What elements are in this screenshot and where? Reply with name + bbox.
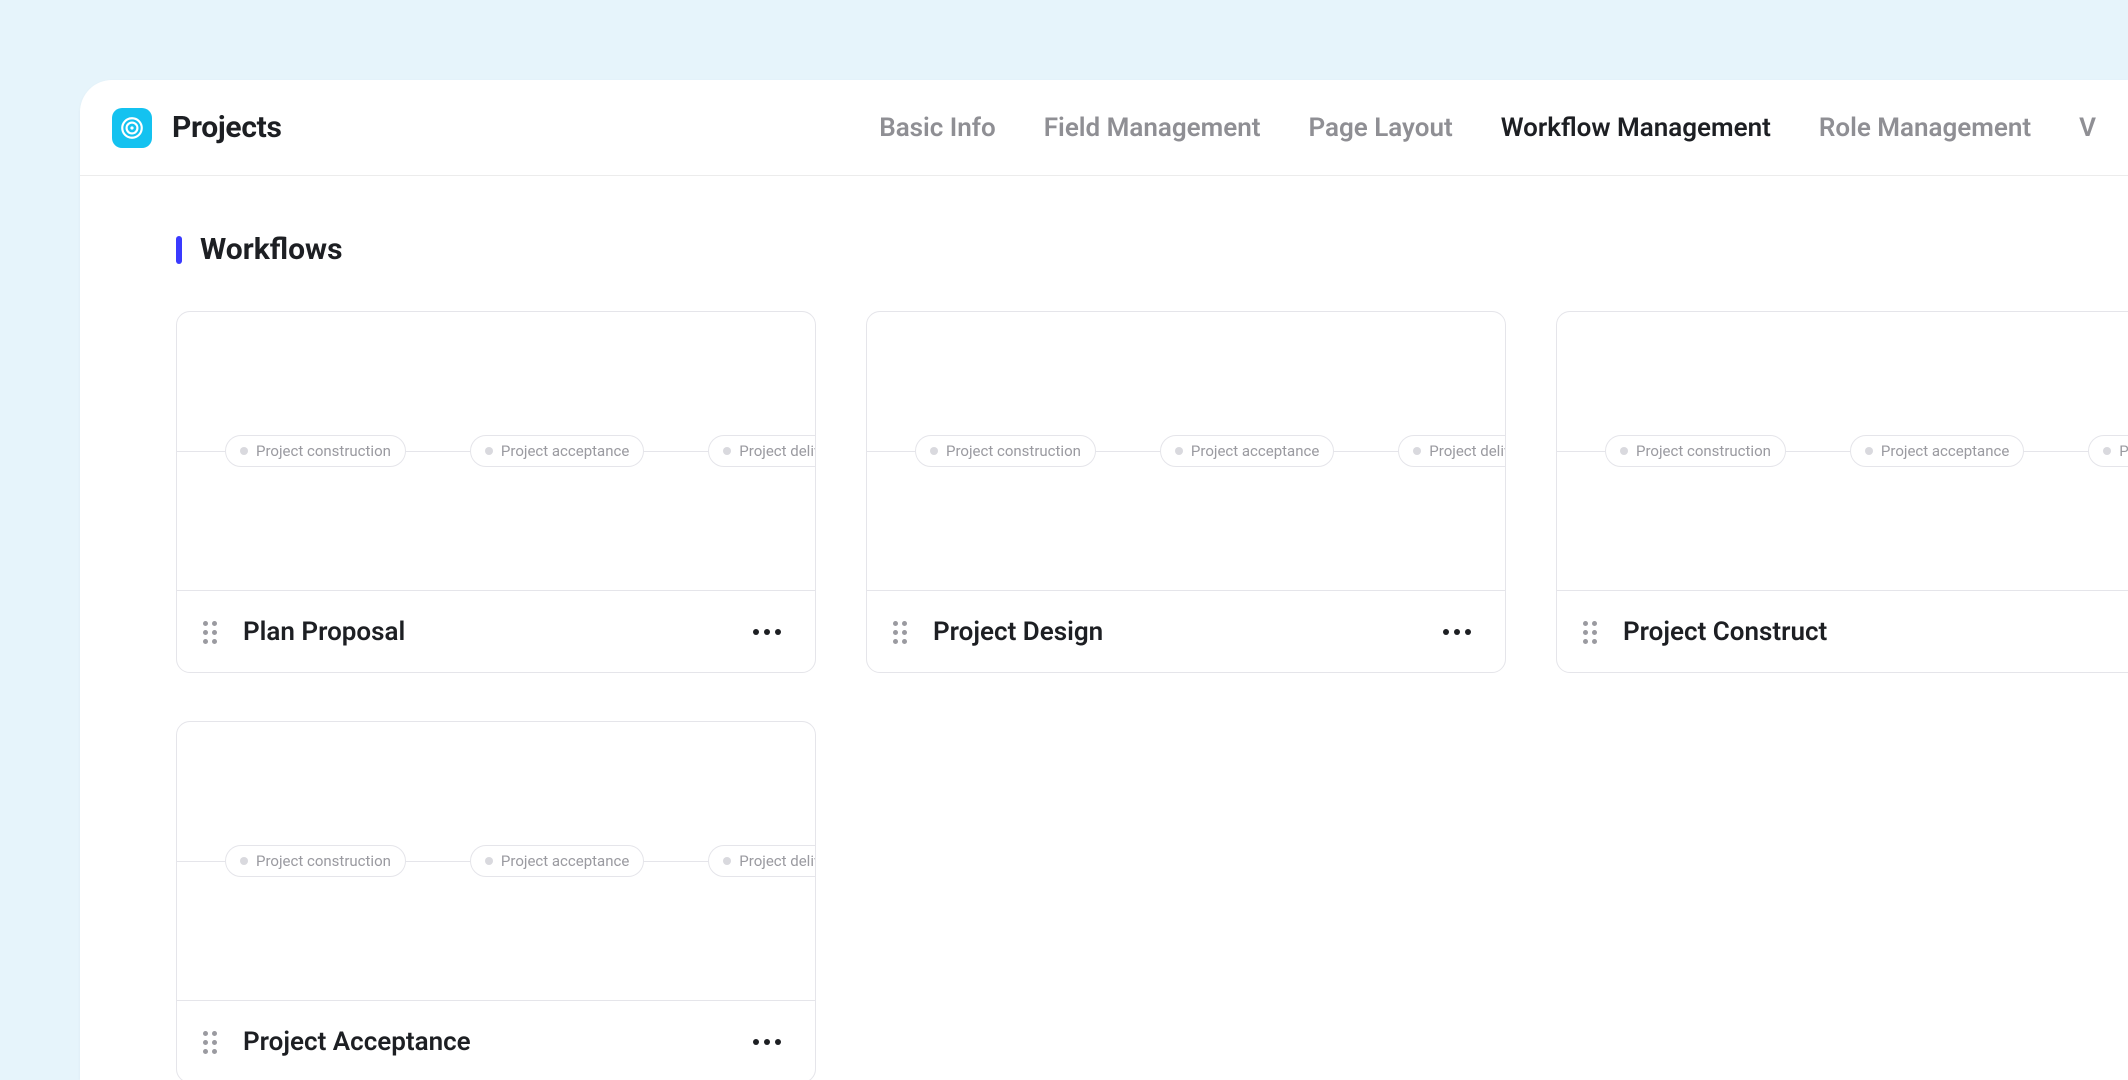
target-icon [119,115,145,141]
section-title: Workflows [200,232,343,267]
flow-pills: Project construction Project acceptance … [1605,435,2128,467]
content: Workflows Project construction Project a… [80,176,2128,1080]
pill-label: Project delivery [739,852,815,870]
drag-handle-icon[interactable] [203,1031,225,1053]
workflow-title: Plan Proposal [243,617,405,647]
more-button[interactable] [1435,621,1479,643]
stage-pill: Project acceptance [470,435,644,467]
stage-pill: Project delivery [2088,435,2128,467]
stage-pill: Project acceptance [470,845,644,877]
pill-dot-icon [240,447,248,455]
pill-dot-icon [723,447,731,455]
tabs: Basic Info Field Management Page Layout … [879,113,2096,143]
pill-label: Project acceptance [1881,442,2009,460]
stage-pill: Project delivery [708,845,815,877]
workflow-title: Project Construct [1623,617,1827,647]
workflow-footer: Project Construct [1557,590,2128,672]
flow-pills: Project construction Project acceptance … [225,435,815,467]
tab-basic-info[interactable]: Basic Info [879,113,996,143]
pill-label: Project construction [256,442,391,460]
topbar: Projects Basic Info Field Management Pag… [80,80,2128,176]
stage-pill: Project delivery [1398,435,1505,467]
workflow-card[interactable]: Project construction Project acceptance … [866,311,1506,673]
pill-label: Project acceptance [501,852,629,870]
workflow-title: Project Acceptance [243,1027,471,1057]
workflow-card[interactable]: Project construction Project acceptance … [176,311,816,673]
stage-pill: Project acceptance [1850,435,2024,467]
workflow-card[interactable]: Project construction Project acceptance … [176,721,816,1080]
section-accent-bar [176,236,182,264]
tab-page-layout[interactable]: Page Layout [1308,113,1452,143]
stage-pill: Project acceptance [1160,435,1334,467]
pill-label: Project construction [256,852,391,870]
flow-pills: Project construction Project acceptance … [225,845,815,877]
pill-dot-icon [485,857,493,865]
pill-label: Project delivery [1429,442,1505,460]
stage-pill: Project construction [225,435,406,467]
workflow-row: Project construction Project acceptance … [128,721,2080,1080]
workflow-footer: Plan Proposal [177,590,815,672]
workflow-preview: Project construction Project acceptance … [867,312,1505,590]
more-button[interactable] [745,621,789,643]
workflow-card[interactable]: Project construction Project acceptance … [1556,311,2128,673]
pill-dot-icon [240,857,248,865]
page-title: Projects [172,110,282,145]
workflow-preview: Project construction Project acceptance … [177,722,815,1000]
pill-label: Project construction [946,442,1081,460]
pill-dot-icon [1175,447,1183,455]
drag-handle-icon[interactable] [203,621,225,643]
stage-pill: Project construction [225,845,406,877]
pill-dot-icon [1413,447,1421,455]
pill-label: Project delivery [739,442,815,460]
workflow-title: Project Design [933,617,1103,647]
pill-dot-icon [1865,447,1873,455]
workflow-preview: Project construction Project acceptance … [1557,312,2128,590]
section-header: Workflows [128,232,2080,267]
flow-pills: Project construction Project acceptance … [915,435,1505,467]
tab-overflow[interactable]: V [2079,113,2096,143]
pill-dot-icon [1620,447,1628,455]
pill-dot-icon [485,447,493,455]
app-icon [112,108,152,148]
pill-label: Project acceptance [501,442,629,460]
tab-workflow-management[interactable]: Workflow Management [1501,113,1771,143]
pill-label: Project delivery [2119,442,2128,460]
pill-label: Project construction [1636,442,1771,460]
pill-dot-icon [723,857,731,865]
workflow-footer: Project Design [867,590,1505,672]
stage-pill: Project construction [1605,435,1786,467]
drag-handle-icon[interactable] [893,621,915,643]
more-button[interactable] [745,1031,789,1053]
pill-dot-icon [2103,447,2111,455]
workflow-footer: Project Acceptance [177,1000,815,1080]
workflow-preview: Project construction Project acceptance … [177,312,815,590]
stage-pill: Project construction [915,435,1096,467]
workflow-row: Project construction Project acceptance … [128,311,2080,673]
pill-label: Project acceptance [1191,442,1319,460]
stage-pill: Project delivery [708,435,815,467]
tab-field-management[interactable]: Field Management [1044,113,1261,143]
drag-handle-icon[interactable] [1583,621,1605,643]
pill-dot-icon [930,447,938,455]
tab-role-management[interactable]: Role Management [1819,113,2031,143]
main-panel: Projects Basic Info Field Management Pag… [80,80,2128,1080]
